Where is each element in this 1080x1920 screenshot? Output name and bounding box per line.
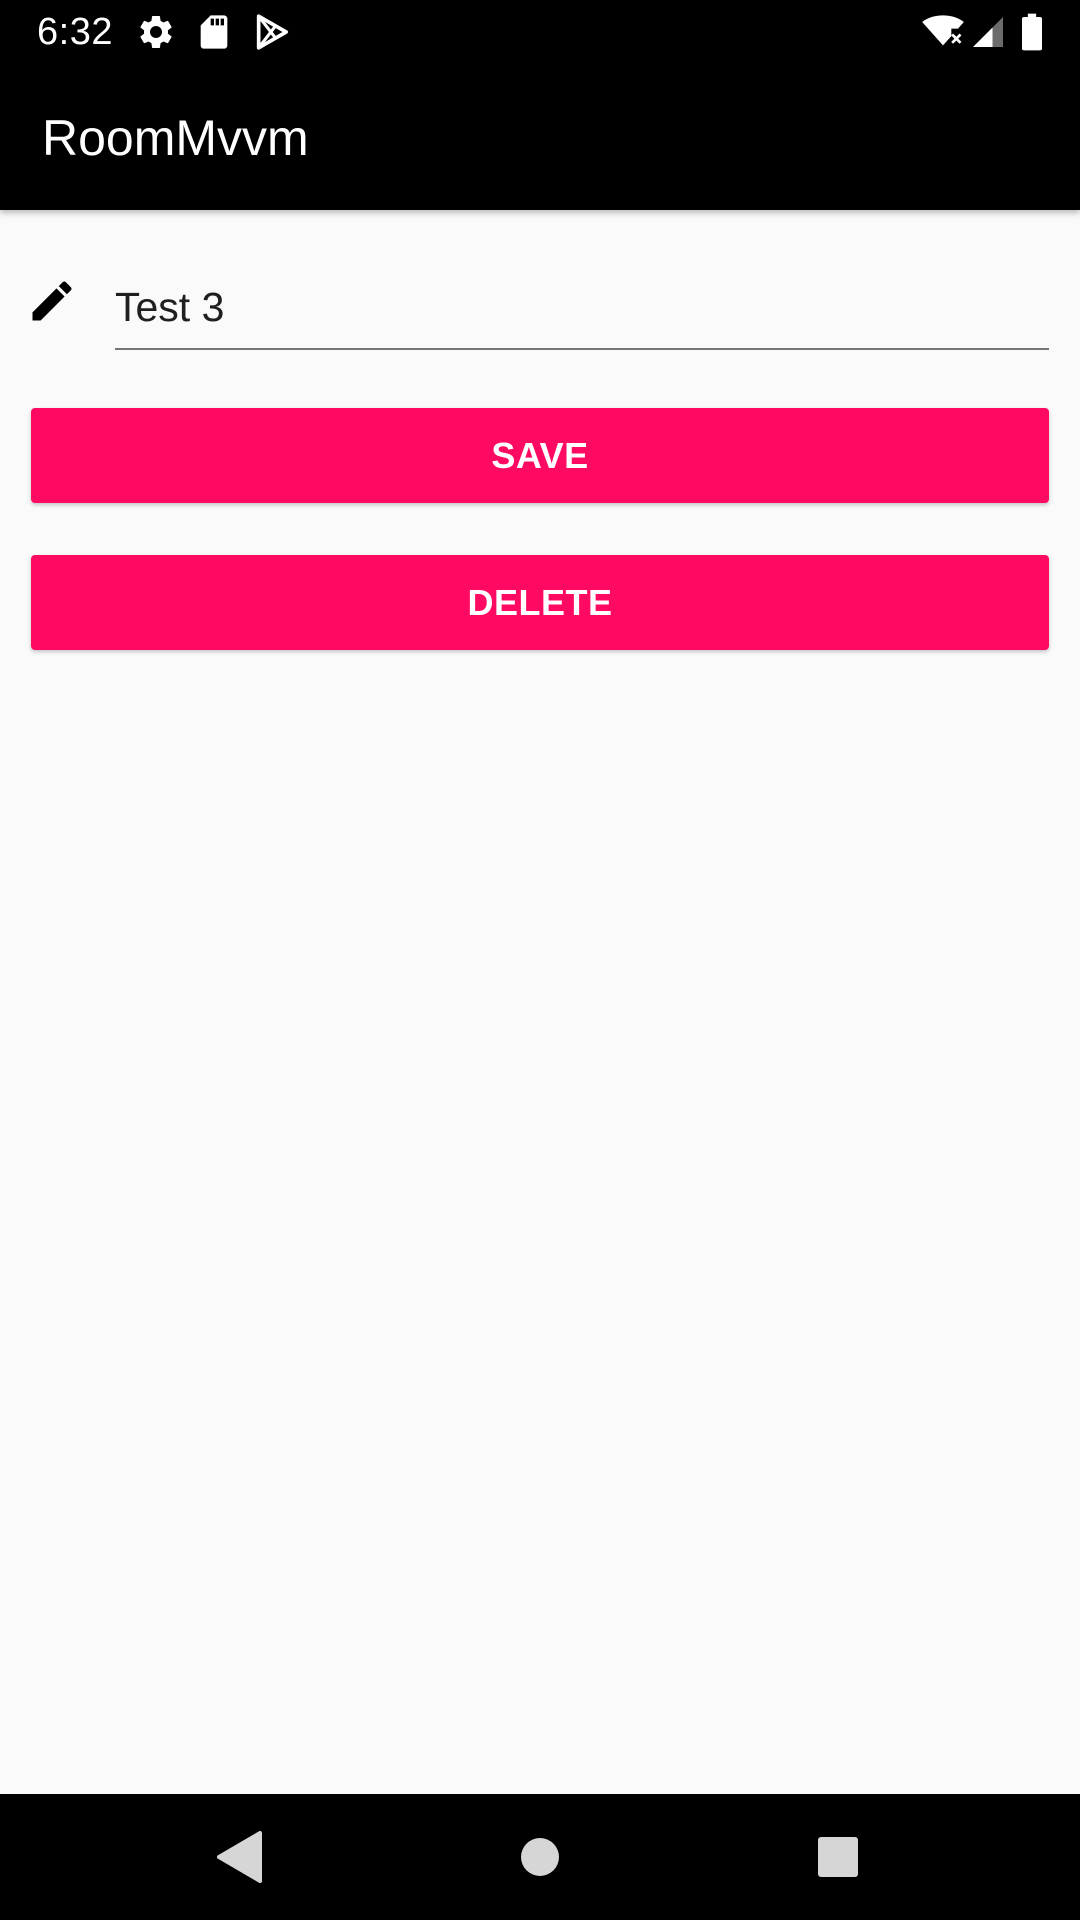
cell-signal-icon <box>973 17 1003 47</box>
pencil-icon <box>32 281 72 321</box>
recents-icon[interactable] <box>806 1825 870 1889</box>
battery-icon <box>1022 13 1042 51</box>
app-title: RoomMvvm <box>42 110 309 166</box>
title-input[interactable] <box>115 282 1049 332</box>
navigation-bar <box>0 1794 1080 1920</box>
field-underline <box>115 348 1049 350</box>
app-bar: RoomMvvm <box>0 63 1080 210</box>
status-bar: 6:32 <box>0 0 1080 63</box>
wifi-no-internet-icon <box>922 15 964 46</box>
title-field[interactable] <box>115 260 1049 350</box>
delete-button[interactable]: DELETE <box>31 555 1049 650</box>
home-icon[interactable] <box>508 1825 572 1889</box>
sd-card-icon <box>200 15 228 49</box>
gear-icon <box>140 15 172 48</box>
status-time: 6:32 <box>37 11 113 53</box>
back-icon[interactable] <box>207 1825 271 1889</box>
play-store-icon <box>256 14 288 50</box>
edit-row <box>0 260 1080 360</box>
save-button[interactable]: SAVE <box>31 408 1049 503</box>
